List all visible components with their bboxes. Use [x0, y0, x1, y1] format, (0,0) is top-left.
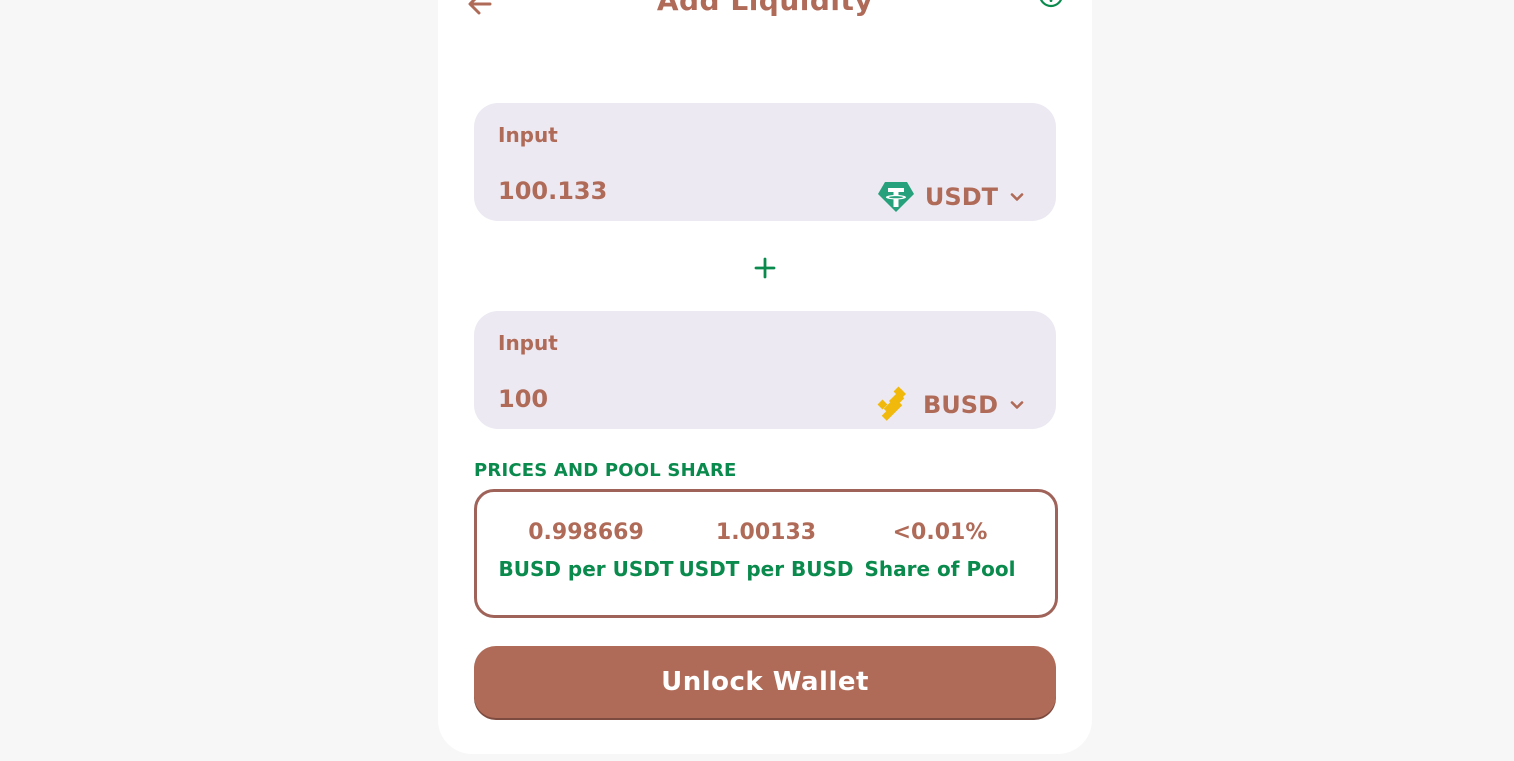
prices-pool-share-box: 0.998669 BUSD per USDT 1.00133 USDT per …: [474, 489, 1058, 618]
price-usdt-per-busd: 1.00133 USDT per BUSD: [671, 520, 861, 581]
price-value: 0.998669: [528, 520, 644, 545]
unlock-wallet-button[interactable]: Unlock Wallet: [474, 646, 1056, 718]
binance-usd-icon: [875, 386, 913, 424]
token-symbol: BUSD: [923, 391, 998, 419]
page-title: Add Liquidity: [656, 0, 874, 17]
token-symbol: USDT: [924, 183, 998, 211]
input-panel-busd: Input BUSD: [474, 311, 1056, 429]
plus-icon: [751, 254, 779, 282]
share-label: Share of Pool: [864, 557, 1016, 581]
price-busd-per-usdt: 0.998669 BUSD per USDT: [491, 520, 681, 581]
tether-icon: [877, 178, 915, 216]
input-label: Input: [498, 123, 558, 147]
price-label: BUSD per USDT: [498, 557, 674, 581]
token-select-usdt[interactable]: USDT: [877, 177, 1026, 217]
chevron-down-icon: [1008, 396, 1026, 414]
question-circle-icon: [1039, 0, 1063, 8]
price-value: 1.00133: [715, 520, 817, 545]
amount-input-busd[interactable]: [498, 385, 838, 413]
add-liquidity-card: Add Liquidity Input USDT: [438, 0, 1092, 754]
amount-input-usdt[interactable]: [498, 177, 838, 205]
share-value: <0.01%: [892, 520, 988, 545]
chevron-down-icon: [1008, 188, 1026, 206]
card-header: Add Liquidity: [438, 0, 1092, 50]
token-select-busd[interactable]: BUSD: [875, 385, 1026, 425]
prices-section-title: PRICES AND POOL SHARE: [474, 460, 737, 481]
price-label: USDT per BUSD: [678, 557, 854, 581]
input-panel-usdt: Input USDT: [474, 103, 1056, 221]
share-of-pool: <0.01% Share of Pool: [845, 520, 1035, 581]
input-label: Input: [498, 331, 558, 355]
help-button[interactable]: [1038, 0, 1064, 8]
